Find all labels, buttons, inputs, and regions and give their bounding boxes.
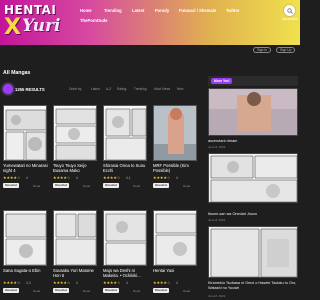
manga-title[interactable]: Shiranai Onna to Sunu Ecchi xyxy=(103,163,149,173)
sidebar-item-title[interactable]: ascendant dream xyxy=(208,139,298,144)
nav-futanari[interactable]: Futanari / Shemale xyxy=(179,8,216,13)
manga-thumbnail[interactable] xyxy=(153,210,197,266)
advanced-search-link[interactable]: Advanced xyxy=(282,17,297,21)
site-header: HENTAI X Yuri Home Trending Latest Parod… xyxy=(0,0,300,45)
nav-twitter[interactable]: Twitter xyxy=(226,8,239,13)
sidebar-thumbnail[interactable] xyxy=(208,226,298,278)
type-tag[interactable]: Oneshot xyxy=(153,288,170,293)
star-rating: ★★★★☆ xyxy=(153,280,171,285)
read-chip[interactable]: Read xyxy=(183,184,190,188)
type-tag[interactable]: Oneshot xyxy=(3,288,20,293)
manga-thumbnail[interactable] xyxy=(3,105,47,161)
star-rating: ★★★★☆ xyxy=(153,175,171,180)
read-chip[interactable]: Read xyxy=(133,184,140,188)
auth-strip: Sign In Sign Up xyxy=(0,45,300,55)
type-tag[interactable]: Oneshot xyxy=(3,183,20,188)
sidebar-thumbnail[interactable] xyxy=(208,153,298,203)
manga-thumbnail[interactable] xyxy=(53,210,97,266)
sort-az[interactable]: A-Z xyxy=(106,87,111,91)
nav-latest[interactable]: Latest xyxy=(132,8,144,13)
rating-value: 4 xyxy=(26,175,28,180)
manga-title[interactable]: MRF Possible (Kim Possible) xyxy=(153,163,199,173)
sort-latest[interactable]: Latest xyxy=(91,87,100,91)
type-tag[interactable]: Oneshot xyxy=(53,183,70,188)
sidebar-item-date: June 8, 2023 xyxy=(208,294,226,298)
manga-title[interactable]: Majo wa Deshi ni Makeita. • Ochikiki... xyxy=(103,268,149,278)
sidebar-item-date: June 8, 2023 xyxy=(208,218,226,222)
sidebar-header-label: More Yuri xyxy=(211,78,233,84)
nav-parody[interactable]: Parody xyxy=(155,8,169,13)
star-rating: ★★★★☆ xyxy=(53,175,71,180)
read-chip[interactable]: Read xyxy=(83,289,90,293)
book-icon xyxy=(3,84,13,94)
sort-most-views[interactable]: Most Views xyxy=(154,87,170,91)
sidebar-header: More Yuri xyxy=(208,76,298,86)
type-tag[interactable]: Oneshot xyxy=(103,288,120,293)
type-tag[interactable]: Oneshot xyxy=(153,183,170,188)
nav-home[interactable]: Home xyxy=(80,8,92,13)
read-chip[interactable]: Read xyxy=(33,289,40,293)
nav-trending[interactable]: Trending xyxy=(104,8,122,13)
manga-title[interactable]: Sousaku Yuri Matome Hon 6 xyxy=(53,268,99,278)
sidebar: More Yuri ascendant dream June 8, 2023 I… xyxy=(208,76,298,300)
manga-thumbnail[interactable] xyxy=(103,105,147,161)
rating-value: 4.1 xyxy=(126,175,131,180)
manga-title[interactable]: Yumewatari no Minarasi night 4 xyxy=(3,163,49,173)
rating-value: 4.3 xyxy=(26,280,31,285)
manga-title[interactable]: Hentai Yaoi xyxy=(153,268,199,273)
read-chip[interactable]: Read xyxy=(183,289,190,293)
type-tag[interactable]: Oneshot xyxy=(103,183,120,188)
signin-button[interactable]: Sign In xyxy=(253,47,271,53)
manga-thumbnail[interactable] xyxy=(53,105,97,161)
rating-value: 4 xyxy=(126,280,128,285)
rating-value: 4 xyxy=(176,175,178,180)
rating-value: 4 xyxy=(76,280,78,285)
sidebar-item-title[interactable]: Itsumi-san wa Onedari Jouzu xyxy=(208,212,298,217)
results-bar: 1265 RESULTS Order by Latest A-Z Rating … xyxy=(3,84,203,95)
sidebar-item-date: June 8, 2023 xyxy=(208,145,226,149)
signup-button[interactable]: Sign Up xyxy=(276,47,296,53)
manga-thumbnail[interactable] xyxy=(153,105,197,161)
read-chip[interactable]: Read xyxy=(33,184,40,188)
results-count: 1265 RESULTS xyxy=(15,86,45,92)
manga-thumbnail[interactable] xyxy=(103,210,147,266)
logo-x-text: X xyxy=(4,15,21,40)
star-rating: ★★★★☆ xyxy=(103,280,121,285)
sort-rating[interactable]: Rating xyxy=(117,87,126,91)
type-tag[interactable]: Oneshot xyxy=(53,288,70,293)
star-rating: ★★★★☆ xyxy=(3,280,21,285)
sidebar-thumbnail[interactable] xyxy=(208,88,298,136)
page-title: All Mangas xyxy=(3,70,31,76)
logo-yuri-text: Yuri xyxy=(22,16,61,36)
manga-thumbnail[interactable] xyxy=(3,210,47,266)
site-logo[interactable]: HENTAI X Yuri xyxy=(4,3,60,41)
nav-theporndude[interactable]: ThePornDude xyxy=(80,18,107,23)
read-chip[interactable]: Read xyxy=(133,289,140,293)
manga-title[interactable]: Tsuyo Tsuyo Seijo Busama Mako xyxy=(53,163,99,173)
search-icon xyxy=(286,7,293,14)
manga-title[interactable]: Sana Sugata-o Ebin xyxy=(3,268,49,273)
sort-new[interactable]: New xyxy=(177,87,183,91)
rating-value: 4 xyxy=(176,280,178,285)
star-rating: ★★★★☆ xyxy=(53,280,71,285)
sort-trending[interactable]: Trending xyxy=(134,87,146,91)
search-button[interactable] xyxy=(284,5,295,16)
sidebar-item-title[interactable]: Kiramekiu Tsubasa ni Omoi o Hasete Tadok… xyxy=(208,281,298,290)
sort-label: Order by xyxy=(69,87,82,91)
read-chip[interactable]: Read xyxy=(83,184,90,188)
rating-value: 4 xyxy=(76,175,78,180)
star-rating: ★★★★☆ xyxy=(3,175,21,180)
star-rating: ★★★★☆ xyxy=(103,175,121,180)
